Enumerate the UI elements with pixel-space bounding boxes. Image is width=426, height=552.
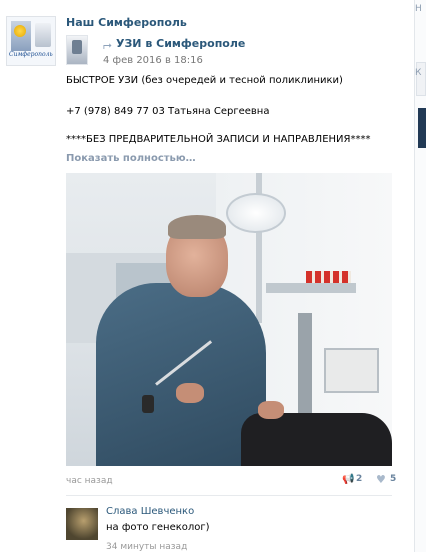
comment-author-avatar[interactable]: [66, 508, 98, 540]
share-count[interactable]: 2: [356, 474, 362, 484]
photo-dark-cloth: [241, 413, 392, 466]
group-name-link[interactable]: Наш Симферополь: [66, 16, 187, 29]
repost-source-avatar[interactable]: [66, 35, 88, 65]
photo-person-hair: [168, 215, 226, 239]
photo-watch: [142, 395, 154, 413]
post-text-line-2: +7 (978) 849 77 03 Татьяна Сергеевна: [66, 106, 270, 117]
like-count[interactable]: 5: [390, 474, 396, 484]
show-more-link[interactable]: Показать полностью…: [66, 153, 196, 164]
repost-arrow-icon: ⮣: [103, 38, 112, 51]
comment-author-link[interactable]: Слава Шевченко: [106, 506, 194, 517]
sun-logo-icon: [14, 25, 26, 37]
post-date-link[interactable]: 4 фев 2016 в 18:16: [103, 55, 203, 66]
share-icon[interactable]: 📢: [342, 474, 354, 485]
repost-source-name-link[interactable]: УЗИ в Симферополе: [116, 37, 245, 50]
photo-dental-lamp: [226, 193, 286, 233]
avatar-brand-text: Симферополь: [9, 51, 53, 58]
sidebar-fragment-mid: К: [415, 68, 422, 78]
photo-hand: [176, 383, 204, 403]
photo-monitor: [324, 348, 379, 393]
post-text-line-3: ****БЕЗ ПРЕДВАРИТЕЛЬНОЙ ЗАПИСИ И НАПРАВЛ…: [66, 134, 371, 145]
sidebar-fragment-top: Н: [415, 4, 422, 14]
photo-bottles: [306, 271, 351, 283]
heart-icon[interactable]: ♥: [376, 473, 386, 486]
photo-tray: [266, 283, 356, 293]
comment-time-link[interactable]: 34 минуты назад: [106, 542, 187, 552]
comment-text: на фото генеколог): [106, 522, 210, 533]
post-text-line-1: БЫСТРОЕ УЗИ (без очередей и тесной полик…: [66, 75, 343, 86]
sidebar-fragment-image: [418, 108, 426, 148]
post-time-ago[interactable]: час назад: [66, 476, 113, 486]
comments-divider: [66, 495, 392, 496]
photo-hand-right: [258, 401, 284, 419]
ultrasound-device-icon: [35, 23, 51, 47]
group-avatar[interactable]: Симферополь: [6, 16, 56, 66]
post-photo[interactable]: [66, 173, 392, 466]
